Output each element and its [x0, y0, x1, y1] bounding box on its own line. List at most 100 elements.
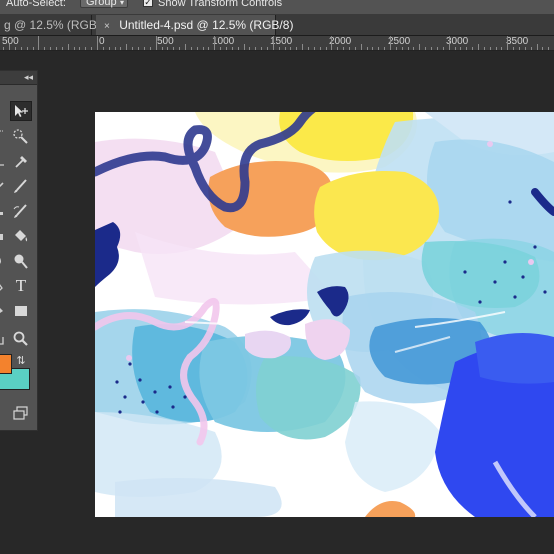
path-selection-icon [0, 308, 3, 313]
ruler-tick [91, 47, 93, 50]
ruler-tick [360, 44, 362, 50]
tab-untitled-4[interactable]: × Untitled-4.psd @ 12.5% (RGB/8) [96, 15, 293, 35]
history-brush-tool[interactable] [10, 201, 32, 221]
ruler-tick [143, 47, 145, 50]
crop-tool[interactable] [0, 151, 6, 171]
ruler-tick [477, 44, 479, 50]
auto-select-dropdown[interactable]: Group ▾ [80, 0, 128, 8]
document-tab-bar: g @ 12.5% (RGB/8) × Untitled-4.psd @ 12.… [0, 15, 554, 36]
ruler-tick [489, 47, 491, 50]
ruler-tick [184, 44, 186, 50]
ruler-tick [85, 47, 87, 50]
eyedropper-tool[interactable] [10, 151, 32, 171]
chevron-down-icon: ▾ [119, 0, 124, 7]
ruler-tick [190, 47, 192, 50]
screen-mode-button[interactable] [10, 403, 32, 423]
ruler-tick [495, 47, 497, 50]
rectangle-tool[interactable] [10, 301, 32, 321]
ruler-tick [132, 47, 134, 50]
clone-stamp-tool[interactable] [0, 201, 6, 221]
blur-tool[interactable] [0, 251, 6, 271]
ruler-tick [325, 47, 327, 50]
ruler-tick [196, 47, 198, 50]
tab-label: Untitled-4.psd @ 12.5% (RGB/8) [119, 18, 294, 32]
dodge-icon [14, 254, 28, 269]
ruler-tick [331, 36, 333, 50]
path-selection-tool[interactable] [0, 301, 6, 321]
ruler-tick [378, 47, 380, 50]
ruler-tick [436, 47, 438, 50]
brush-tool[interactable] [10, 176, 32, 196]
ruler-tick [395, 47, 397, 50]
ruler-label: 500 [2, 36, 19, 47]
ruler-tick [548, 47, 550, 50]
type-tool[interactable]: T [10, 276, 32, 296]
healing-tool[interactable] [0, 176, 6, 196]
quick-selection-tool[interactable] [10, 126, 32, 146]
ruler-tick [179, 47, 180, 50]
ruler-tick [214, 36, 216, 50]
history-brush-icon [13, 204, 27, 218]
ruler-tick [15, 47, 16, 50]
collapse-icon[interactable]: ◂◂ [24, 71, 33, 83]
auto-select-label: Auto-Select: [6, 0, 66, 9]
ruler-tick [354, 47, 356, 50]
ruler-tick [513, 47, 515, 50]
ruler-tick [266, 47, 268, 50]
ruler-tick [337, 47, 339, 50]
ruler-label: 500 [157, 36, 174, 47]
ruler-label: 0 [99, 36, 105, 47]
tools-panel: ◂◂ T ⇅ [0, 70, 38, 431]
ruler-tick [542, 47, 544, 50]
ruler-tick [61, 47, 63, 50]
hand-tool[interactable] [0, 329, 6, 349]
foreground-color-swatch[interactable] [0, 354, 12, 374]
tab-previous-document[interactable]: g @ 12.5% (RGB/8) [0, 15, 111, 35]
zoom-tool[interactable] [10, 329, 32, 349]
ruler-tick [32, 47, 34, 50]
ruler-tick [138, 47, 139, 50]
ruler-tick [26, 47, 28, 50]
blur-icon [0, 257, 1, 265]
ruler-tick [524, 47, 526, 50]
tools-panel-header[interactable]: ◂◂ [0, 71, 37, 85]
ruler-tick [149, 47, 151, 50]
eraser-tool[interactable] [0, 226, 6, 246]
ruler-tick [56, 47, 57, 50]
ruler-tick [67, 44, 69, 50]
ruler-tick [208, 47, 210, 50]
ruler-tick [483, 47, 485, 50]
horizontal-ruler[interactable]: 500 0 500 1000 1500 2000 2500 3000 3500 [0, 36, 554, 51]
ruler-tick [501, 47, 503, 50]
paint-bucket-tool[interactable] [10, 226, 32, 246]
ruler-tick [173, 47, 175, 50]
auto-select-value: Group [86, 0, 117, 8]
ruler-label: 1000 [212, 36, 235, 47]
ruler-tick [425, 47, 427, 50]
brush-icon [14, 179, 27, 193]
swap-colors-button[interactable]: ⇅ [10, 350, 32, 370]
dodge-tool[interactable] [10, 251, 32, 271]
ruler-tick [296, 47, 298, 50]
move-tool[interactable] [10, 101, 32, 121]
ruler-tick [38, 36, 40, 50]
ruler-tick [454, 47, 456, 50]
marquee-tool[interactable] [0, 126, 6, 146]
document-canvas[interactable] [95, 112, 554, 517]
ruler-tick [518, 47, 520, 50]
pen-tool[interactable] [0, 276, 6, 296]
swap-icon: ⇅ [16, 354, 26, 367]
ruler-label: 2500 [388, 36, 411, 47]
healing-icon [0, 182, 4, 188]
ruler-tick [390, 36, 391, 50]
ruler-tick [44, 47, 46, 50]
rectangle-icon [15, 306, 27, 316]
ruler-tick [102, 47, 104, 50]
show-transform-checkbox[interactable]: ✓ [143, 0, 153, 7]
marquee-icon [0, 130, 3, 132]
crop-icon [0, 164, 4, 166]
ruler-tick [50, 47, 52, 50]
ruler-tick [126, 44, 128, 50]
ruler-tick [302, 44, 304, 50]
close-icon[interactable]: × [104, 21, 110, 32]
